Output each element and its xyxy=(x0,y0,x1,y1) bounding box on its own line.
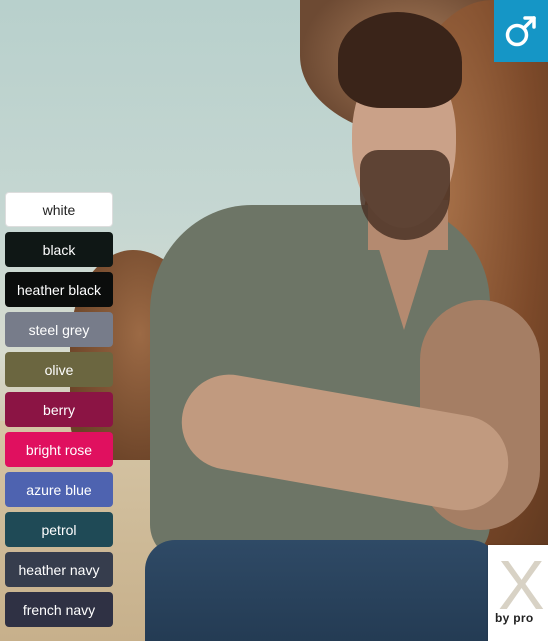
color-swatch-french-navy[interactable]: french navy xyxy=(5,592,113,627)
color-swatch-heather-navy[interactable]: heather navy xyxy=(5,552,113,587)
color-swatch-list: white black heather black steel grey olive be… xyxy=(5,192,113,627)
color-swatch-olive[interactable]: olive xyxy=(5,352,113,387)
color-swatch-azure-blue[interactable]: azure blue xyxy=(5,472,113,507)
male-symbol-icon xyxy=(505,16,536,47)
color-swatch-berry[interactable]: berry xyxy=(5,392,113,427)
color-swatch-white[interactable]: white xyxy=(5,192,113,227)
color-swatch-black[interactable]: black xyxy=(5,232,113,267)
color-swatch-steel-grey[interactable]: steel grey xyxy=(5,312,113,347)
brand-logo: X by pro xyxy=(488,545,548,641)
color-swatch-heather-black[interactable]: heather black xyxy=(5,272,113,307)
model-hair xyxy=(338,12,462,108)
gender-badge[interactable] xyxy=(494,0,548,62)
color-swatch-bright-rose[interactable]: bright rose xyxy=(5,432,113,467)
logo-mark: X xyxy=(498,546,545,624)
logo-tagline: by pro xyxy=(495,611,534,625)
product-image-stage: white black heather black steel grey olive be… xyxy=(0,0,548,641)
jeans xyxy=(145,540,500,641)
model-beard xyxy=(360,150,450,240)
color-swatch-petrol[interactable]: petrol xyxy=(5,512,113,547)
